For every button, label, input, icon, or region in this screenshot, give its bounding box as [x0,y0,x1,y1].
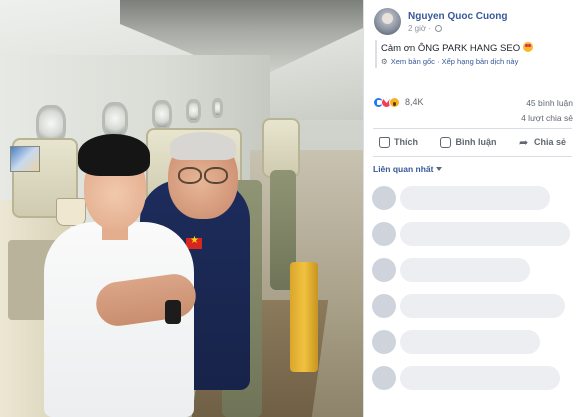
post-caption: Cảm ơn ÔNG PARK HANG SEO [381,42,534,54]
flag-badge [186,235,202,249]
magazine [10,146,40,172]
suitcase [290,262,318,372]
commenter-avatar [372,330,396,354]
divider [373,156,572,157]
post-meta: 2 giờ · [408,24,443,33]
comment-label: Bình luận [455,137,497,147]
watch [165,300,181,324]
screenshot-frame: Nguyen Quoc Cuong 2 giờ · Cảm ơn ÔNG PAR… [0,0,580,417]
share-icon: ➦ [518,135,529,149]
share-button[interactable]: ➦ Chia sẻ [513,131,572,153]
post-header: Nguyen Quoc Cuong 2 giờ · [374,8,574,36]
commenter-avatar [372,366,396,390]
comment-bubble [400,258,530,282]
divider [373,128,572,129]
reaction-count[interactable]: 8,4K [405,97,424,107]
cabin-window [152,100,172,130]
cabin-window [102,102,128,138]
comment-row [370,254,575,288]
cup [56,198,86,226]
comment-row [370,326,575,360]
see-original-link[interactable]: Xem bản gốc [391,57,435,66]
meta-separator: · [428,24,432,33]
translation-bar [375,40,377,68]
author-name[interactable]: Nguyen Quoc Cuong [408,11,507,22]
comment-bubble [400,330,540,354]
like-label: Thích [394,137,418,147]
glasses [178,167,228,184]
comment-sort-label: Liên quan nhất [373,164,434,174]
comment-row [370,290,575,324]
comment-row [370,362,575,396]
comment-bubble [400,294,565,318]
comment-row [370,218,575,252]
commenter-avatar [372,294,396,318]
comment-icon [440,136,452,148]
commenter-avatar [372,222,396,246]
comment-bubble [400,366,560,390]
star-struck-emoji-icon [523,42,534,52]
translation-links: ⚙ Xem bản gốc · Xếp hạng bản dịch này [381,57,518,66]
commenter-avatar [372,258,396,282]
boy-hair [78,134,150,176]
caret-down-icon [436,167,443,171]
comment-count[interactable]: 45 bình luận [526,98,573,108]
cabin-window [186,99,201,123]
comment-row [370,182,575,216]
share-label: Chia sẻ [533,137,566,147]
wow-icon [389,97,400,108]
comment-bubble [400,222,570,246]
share-count[interactable]: 4 lượt chia sẻ [521,113,573,123]
gear-icon: ⚙ [381,57,388,66]
seat [262,118,300,178]
cabin-window [212,98,223,118]
man-hair [170,132,236,160]
author-avatar[interactable] [374,8,401,35]
post-time[interactable]: 2 giờ [408,24,426,33]
post-photo[interactable] [0,0,363,417]
blurred-comments [364,178,580,417]
comment-button[interactable]: Bình luận [434,131,502,153]
rate-translation-link[interactable]: Xếp hạng bản dịch này [442,57,519,66]
comment-sort-dropdown[interactable]: Liên quan nhất [373,164,443,174]
link-separator: · [437,57,440,66]
post-panel: Nguyen Quoc Cuong 2 giờ · Cảm ơn ÔNG PAR… [363,0,580,417]
commenter-avatar [372,186,396,210]
comment-bubble [400,186,550,210]
globe-icon [435,25,443,33]
like-button[interactable]: Thích [373,131,424,153]
caption-text: Cảm ơn ÔNG PARK HANG SEO [381,43,521,54]
post-actions: Thích Bình luận ➦ Chia sẻ [373,131,572,153]
thumbs-up-icon [379,136,390,148]
